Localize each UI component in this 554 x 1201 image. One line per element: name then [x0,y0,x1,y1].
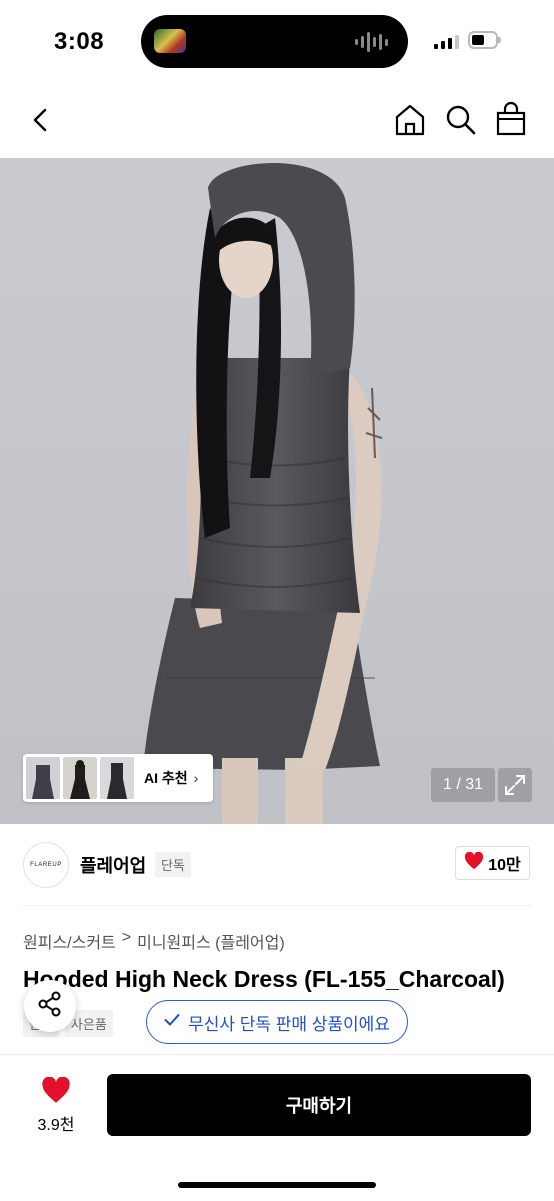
home-indicator [178,1182,376,1188]
bottom-action-bar: 3.9천 구매하기 [0,1054,554,1201]
product-image-carousel[interactable]: AI 추천 › 1 / 31 [0,158,554,824]
home-icon[interactable] [393,102,427,138]
back-icon[interactable] [24,102,60,138]
heart-icon [464,851,484,875]
shopping-bag-icon[interactable] [494,100,528,138]
search-icon[interactable] [444,102,478,138]
brand-like-button[interactable]: 10만 [455,846,530,880]
toast-text: 무신사 단독 판매 상품이에요 [188,1014,390,1034]
ai-recommend-label: AI 추천 [144,770,188,786]
buy-button[interactable]: 구매하기 [107,1074,531,1136]
breadcrumb-subcategory[interactable]: 미니원피스 (플레어업) [137,929,285,953]
breadcrumb-separator: > [121,929,132,946]
wishlist-count: 3.9천 [37,1117,75,1134]
ai-recommend-button[interactable]: AI 추천 › [23,754,213,802]
share-icon [36,990,64,1023]
top-nav-bar [0,80,554,158]
brand-name[interactable]: 플레어업 [80,852,146,878]
divider [23,905,531,906]
exclusive-toast: 무신사 단독 판매 상품이에요 [146,1000,408,1044]
image-counter: 1 / 31 [431,768,495,802]
brand-exclusive-badge: 단독 [155,852,191,877]
breadcrumb-category[interactable]: 원피스/스커트 [23,929,116,953]
status-bar: 3:08 [0,0,554,80]
breadcrumb: 원피스/스커트 > 미니원피스 (플레어업) [23,929,285,953]
expand-icon[interactable] [498,768,532,802]
brand-logo[interactable]: FLAREUP [23,842,69,888]
status-time: 3:08 [54,28,105,55]
share-button[interactable] [24,980,76,1032]
check-icon [164,1012,180,1032]
battery-icon [468,31,501,49]
brand-like-count: 10만 [488,857,521,874]
now-playing-artwork [154,29,186,53]
wishlist-button[interactable]: 3.9천 [32,1076,80,1135]
heart-icon [41,1076,71,1108]
recommend-thumbnail [26,757,60,799]
product-photo [143,163,383,824]
product-title: Hooded High Neck Dress (FL-155_Charcoal) [23,966,505,992]
audio-wave-icon [355,31,388,53]
recommend-thumbnail [63,757,97,799]
recommend-thumbnail [100,757,134,799]
chevron-right-icon: › [193,770,199,786]
dynamic-island [141,15,408,68]
cellular-signal-icon [434,35,459,49]
